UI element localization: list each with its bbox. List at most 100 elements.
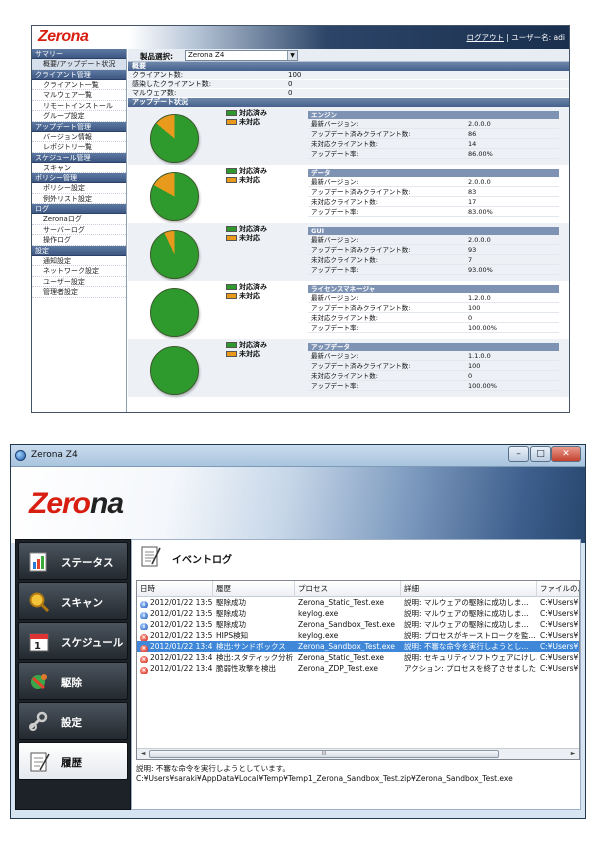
- close-button[interactable]: ✕: [551, 446, 581, 462]
- legend-label-updated: 対応済み: [239, 283, 267, 291]
- legend-label-updated: 対応済み: [239, 167, 267, 175]
- chevron-down-icon[interactable]: ▼: [287, 51, 297, 60]
- sidebar-item[interactable]: バージョン情報: [32, 132, 126, 142]
- detail-value: 14: [468, 140, 477, 148]
- sidebar-item[interactable]: サーバーログ: [32, 225, 126, 235]
- scroll-right-icon[interactable]: ►: [567, 749, 579, 759]
- cell-detail: 説明: マルウェアの駆除に成功しま...: [404, 620, 529, 629]
- window-titlebar[interactable]: Zerona Z4 – □ ✕: [11, 445, 585, 467]
- detail-value: 93: [468, 246, 477, 254]
- detail-value: 2.0.0.0: [468, 236, 491, 244]
- cell-datetime: i 2012/01/22 13:50: [137, 619, 213, 630]
- legend-label-pending: 未対応: [239, 292, 260, 300]
- pie-legend: 対応済み 未対応: [226, 341, 267, 359]
- sidebar-item[interactable]: ユーザー設定: [32, 277, 126, 287]
- sidebar-item[interactable]: 概要/アップデート状況: [32, 59, 126, 70]
- nav-item-magnifier[interactable]: スキャン: [18, 582, 128, 620]
- cell-detail: アクション: プロセスを終了させました: [404, 664, 537, 673]
- update-status-block: 対応済み 未対応 ライセンスマネージャ 最新バージョン: 1.2.0.0 アップデート済み…: [128, 281, 569, 339]
- notepad-icon: [141, 546, 161, 567]
- sidebar-item[interactable]: Zeronaログ: [32, 214, 126, 225]
- update-status-block: 対応済み 未対応 GUI 最新バージョン: 2.0.0.0 アップデート済みクライアント数…: [128, 223, 569, 281]
- table-row[interactable]: × 2012/01/22 13:50 HIPS検知 keylog.exe 説明: プロセ…: [137, 630, 579, 641]
- legend-swatch-pending: [226, 177, 237, 183]
- detail-value: 86: [468, 130, 477, 138]
- column-header[interactable]: プロセス: [295, 581, 401, 597]
- calendar-icon: 1: [29, 633, 49, 652]
- cell-datetime-text: 2012/01/22 13:50: [150, 598, 213, 607]
- sidebar-item[interactable]: 操作ログ: [32, 235, 126, 246]
- detail-value: 100.00%: [468, 324, 497, 332]
- logout-link[interactable]: ログアウト: [466, 33, 504, 42]
- nav-item-history-notepad[interactable]: 履歴: [18, 742, 128, 780]
- legend-item-updated: 対応済み: [226, 283, 267, 292]
- update-status-list: 対応済み 未対応 エンジン 最新バージョン: 2.0.0.0 アップデート済みクライアント…: [128, 107, 569, 397]
- column-header[interactable]: 履歴: [213, 581, 295, 597]
- table-row[interactable]: i 2012/01/22 13:50 駆除成功 Zerona_Sandbox_Test…: [137, 619, 579, 630]
- component-detail-row: アップデート率: 100.00%: [308, 381, 559, 391]
- legend-item-updated: 対応済み: [226, 109, 267, 118]
- component-name: データ: [308, 169, 559, 177]
- horizontal-scrollbar[interactable]: ◄ III ►: [137, 748, 579, 759]
- minimize-button[interactable]: –: [508, 446, 529, 462]
- legend-item-updated: 対応済み: [226, 167, 267, 176]
- sidebar-item[interactable]: スキャン: [32, 163, 126, 173]
- component-detail-table: エンジン 最新バージョン: 2.0.0.0 アップデート済みクライアント数: 86 未対応…: [308, 111, 559, 159]
- legend-item-pending: 未対応: [226, 234, 267, 243]
- sidebar-item[interactable]: マルウェア一覧: [32, 90, 126, 101]
- table-row[interactable]: i 2012/01/22 13:50 駆除成功 Zerona_Static_Test.…: [137, 597, 579, 608]
- nav-item-calendar[interactable]: 1 スケジュール: [18, 622, 128, 660]
- zerona-app-window: Zerona Z4 – □ ✕ Zerona ステータス スキャン 1 スケジュール駆…: [10, 444, 586, 819]
- sidebar-item[interactable]: 管理者設定: [32, 287, 126, 298]
- cell-file: C:¥Users¥: [540, 631, 579, 640]
- cell-datetime-text: 2012/01/22 13:50: [150, 609, 213, 618]
- detail-label: 未対応クライアント数:: [311, 140, 378, 148]
- legend-item-updated: 対応済み: [226, 341, 267, 350]
- legend-item-updated: 対応済み: [226, 225, 267, 234]
- table-row[interactable]: i 2012/01/22 13:50 駆除成功 keylog.exe 説明: マルウェア…: [137, 608, 579, 619]
- nav-item-status-chart[interactable]: ステータス: [18, 542, 128, 580]
- cell-history: 検出:サンドボックス: [216, 642, 286, 651]
- cell-process: Zerona_Sandbox_Test.exe: [298, 642, 395, 651]
- nav-item-remove[interactable]: 駆除: [18, 662, 128, 700]
- detail-label: アップデート率:: [311, 382, 359, 390]
- detail-label: 最新バージョン:: [311, 294, 359, 302]
- legend-swatch-updated: [226, 284, 237, 290]
- nav-item-wrench[interactable]: 設定: [18, 702, 128, 740]
- sidebar-item[interactable]: 例外リスト設定: [32, 194, 126, 204]
- cell-file: C:¥Users¥: [540, 653, 579, 662]
- legend-swatch-pending: [226, 235, 237, 241]
- sidebar-item[interactable]: グループ設定: [32, 111, 126, 122]
- product-select-row: 製品選択: Zerona Z4 ▼: [128, 49, 569, 62]
- info-status-icon: i: [140, 612, 148, 619]
- console-header: Zerona ログアウト | ユーザー名: adi: [32, 26, 569, 49]
- column-header[interactable]: ファイルのパ: [537, 581, 579, 597]
- table-row[interactable]: × 2012/01/22 13:49 検出:スタティック分析 Zerona_Stati…: [137, 652, 579, 663]
- component-detail-row: 未対応クライアント数: 14: [308, 139, 559, 149]
- maximize-button[interactable]: □: [530, 446, 551, 462]
- cell-file: C:¥Users¥: [540, 620, 579, 629]
- sidebar-item[interactable]: ポリシー設定: [32, 183, 126, 194]
- app-content: イベントログ 日時履歴プロセス詳細ファイルのパ i2012/01/22 13:5…: [131, 539, 581, 810]
- svg-text:1: 1: [34, 641, 41, 652]
- sidebar-item[interactable]: 通知設定: [32, 256, 126, 266]
- update-status-block: 対応済み 未対応 アップデータ 最新バージョン: 1.1.0.0 アップデート済みクライア…: [128, 339, 569, 397]
- scroll-thumb[interactable]: III: [149, 750, 499, 758]
- column-header[interactable]: 日時: [137, 581, 213, 597]
- sidebar-item[interactable]: リモートインストール: [32, 101, 126, 111]
- scroll-left-icon[interactable]: ◄: [137, 749, 149, 759]
- sidebar-item[interactable]: レポジトリ一覧: [32, 142, 126, 153]
- legend-swatch-updated: [226, 226, 237, 232]
- legend-item-pending: 未対応: [226, 176, 267, 185]
- legend-label-updated: 対応済み: [239, 341, 267, 349]
- column-header[interactable]: 詳細: [401, 581, 537, 597]
- table-row[interactable]: × 2012/01/22 13:49 脆弱性攻撃を検出 Zerona_ZDP_Test…: [137, 663, 579, 674]
- sidebar-item[interactable]: クライアント一覧: [32, 80, 126, 90]
- sidebar-section-header: ログ: [32, 204, 126, 214]
- product-select[interactable]: Zerona Z4 ▼: [185, 50, 298, 61]
- legend-swatch-updated: [226, 110, 237, 116]
- table-row[interactable]: × 2012/01/22 13:49 検出:サンドボックス Zerona_Sandbo…: [137, 641, 579, 652]
- magnifier-icon: [29, 592, 50, 613]
- sidebar-item[interactable]: ネットワーク設定: [32, 266, 126, 277]
- component-detail-table: ライセンスマネージャ 最新バージョン: 1.2.0.0 アップデート済みクライアント数…: [308, 285, 559, 333]
